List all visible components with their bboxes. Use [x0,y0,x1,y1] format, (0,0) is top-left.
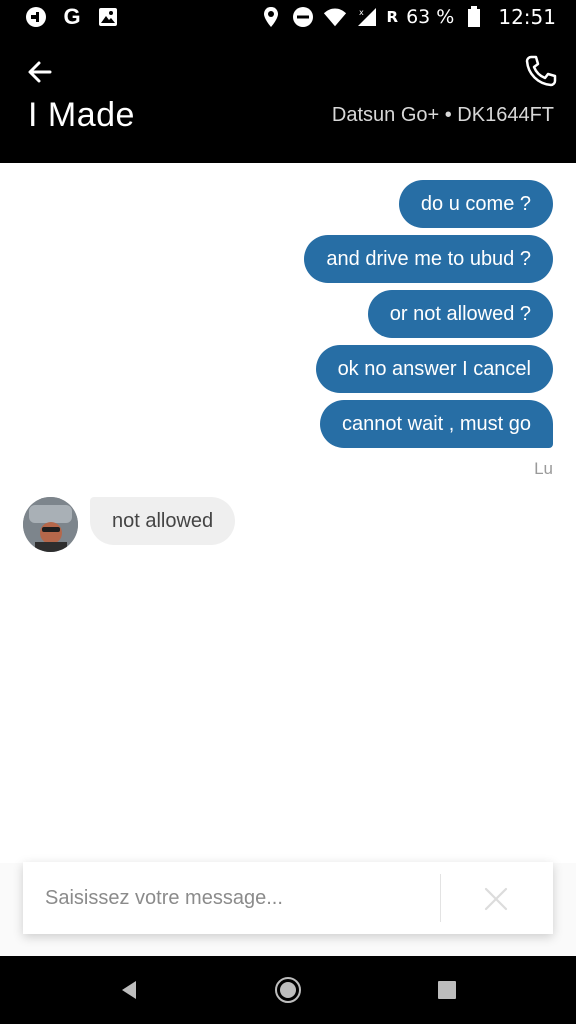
clock: 12:51 [498,5,556,29]
location-icon [259,5,283,29]
nav-home-icon[interactable] [274,976,302,1004]
message-input[interactable] [23,862,440,934]
phone-call-icon[interactable] [524,54,558,88]
wifi-icon [323,5,347,29]
message-composer [23,862,553,934]
google-icon: G [63,4,81,29]
do-not-disturb-icon [291,5,315,29]
status-bar: G x R 63 % 12:51 [0,0,576,34]
message-list[interactable]: do u come ? and drive me to ubud ? or no… [0,163,576,863]
signal-icon: x [355,5,379,29]
chat-header: I Made Datsun Go+ • DK1644FT [0,34,576,163]
driver-name: I Made [28,96,135,134]
system-nav-bar [0,956,576,1024]
uber-icon [24,5,48,29]
outgoing-message: cannot wait , must go [320,400,553,448]
image-icon [96,5,120,29]
close-icon[interactable] [481,884,511,914]
outgoing-message: and drive me to ubud ? [304,235,553,283]
outgoing-message: do u come ? [398,180,553,228]
status-left-icons: G [24,4,120,29]
sender-label: Lu [534,459,553,478]
battery-icon [462,5,486,29]
incoming-message: not allowed [90,497,236,545]
status-right: x R 63 % 12:51 [259,5,556,29]
back-arrow-icon[interactable] [24,56,56,88]
composer-divider [440,874,441,922]
outgoing-message: ok no answer I cancel [315,345,553,393]
nav-back-icon[interactable] [118,978,142,1002]
outgoing-message: or not allowed ? [367,290,553,338]
svg-text:x: x [359,8,364,17]
driver-avatar [23,497,78,552]
roaming-indicator: R [386,8,399,26]
vehicle-info: Datsun Go+ • DK1644FT [331,104,554,126]
battery-percent: 63 % [406,6,455,28]
nav-recents-icon[interactable] [437,980,457,1000]
